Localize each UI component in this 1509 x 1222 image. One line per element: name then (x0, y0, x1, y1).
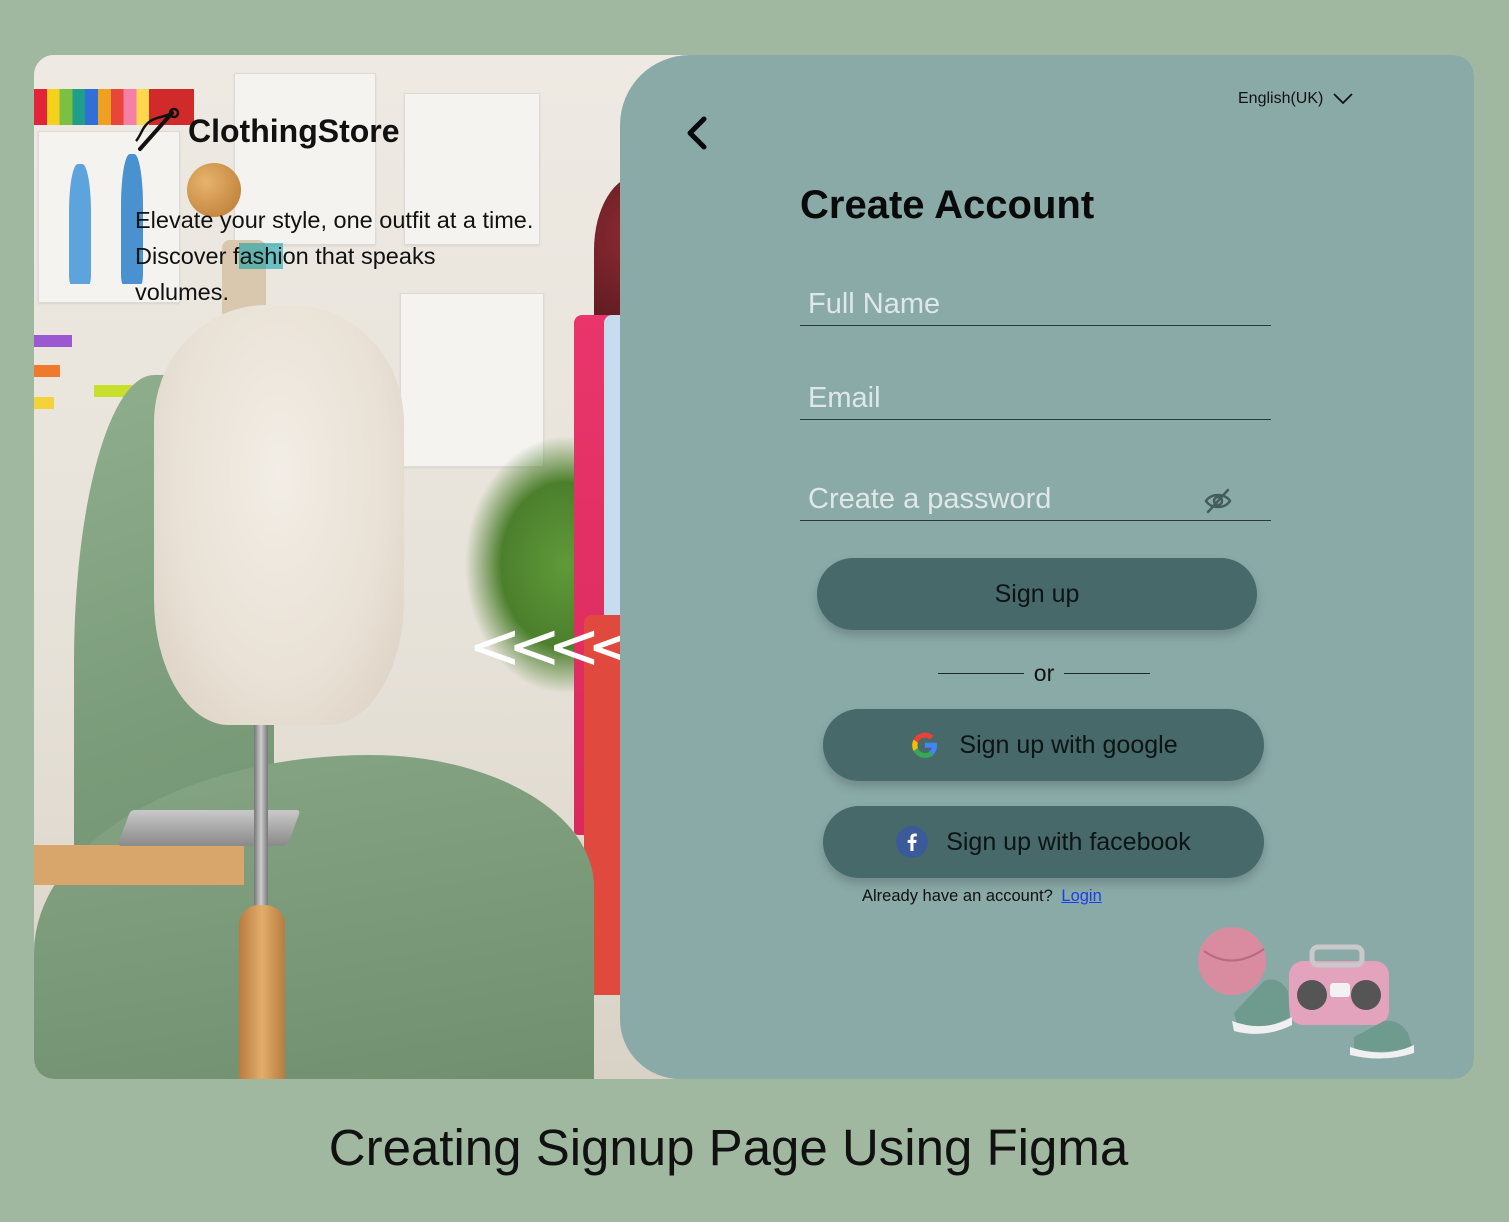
brand-logo[interactable]: ClothingStore (132, 105, 400, 157)
full-name-input[interactable] (808, 283, 1188, 325)
facebook-icon (896, 826, 929, 858)
sticky-note (34, 335, 72, 347)
page-caption: Creating Signup Page Using Figma (328, 1119, 1129, 1176)
facebook-button-label: Sign up with facebook (946, 827, 1191, 856)
email-input[interactable] (808, 377, 1188, 419)
language-selector[interactable]: English(UK) (1238, 90, 1353, 108)
or-divider: or (938, 655, 1151, 691)
brand-name: ClothingStore (188, 112, 400, 149)
eye-off-icon[interactable] (1203, 488, 1233, 514)
google-icon (912, 732, 938, 758)
password-field (800, 472, 1271, 521)
sneakers-boombox-illustration (1198, 927, 1414, 1059)
facebook-signup-button[interactable]: Sign up with facebook (823, 806, 1264, 878)
login-link[interactable]: Login (1061, 887, 1101, 905)
chevron-down-icon (1333, 93, 1353, 105)
sticky-note (34, 397, 54, 409)
divider-line (938, 672, 1024, 674)
sticky-note (34, 365, 60, 377)
google-button-label: Sign up with google (959, 730, 1178, 759)
metal-tray (117, 810, 301, 846)
login-prompt-text: Already have an account? (862, 887, 1053, 905)
email-field (800, 371, 1271, 420)
mannequin-leg (239, 905, 285, 1079)
signup-button-label: Sign up (994, 579, 1080, 608)
signup-panel: English(UK) Create Account Sign up (620, 55, 1474, 1079)
language-label: English(UK) (1238, 90, 1324, 107)
work-table (34, 845, 244, 885)
full-name-field (800, 277, 1271, 326)
needle-thread-icon (135, 107, 180, 151)
login-prompt: Already have an account? Login (862, 887, 1102, 906)
page-title: Create Account (800, 183, 1095, 227)
divider-line (1064, 672, 1151, 674)
tagline-highlight: ashi (239, 243, 283, 269)
signup-frame: <<<<< ClothingStore Elevate your style, … (34, 55, 1474, 1079)
divider-label: or (1033, 659, 1055, 686)
signup-button[interactable]: Sign up (817, 558, 1257, 630)
dress-form-mannequin (154, 305, 404, 725)
google-signup-button[interactable]: Sign up with google (823, 709, 1264, 781)
hero-tagline: Elevate your style, one outfit at a time… (135, 202, 535, 310)
chevron-left-icon[interactable] (682, 113, 712, 153)
password-input[interactable] (808, 478, 1188, 520)
